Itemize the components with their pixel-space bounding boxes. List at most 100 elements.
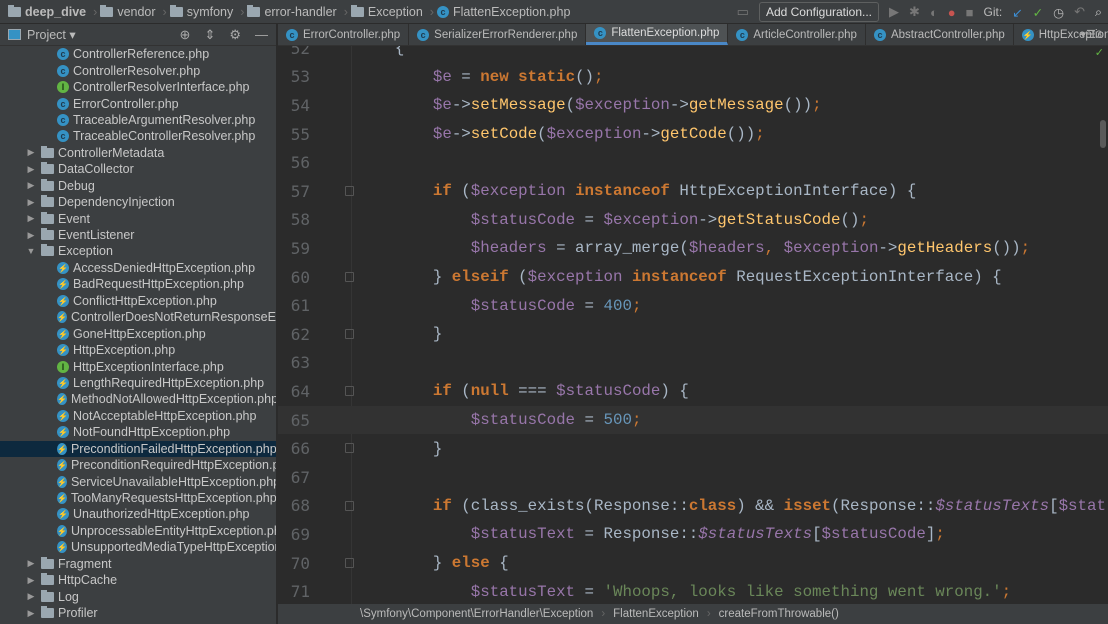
- tree-item[interactable]: GoneHttpException.php: [0, 325, 276, 341]
- git-update-icon[interactable]: ↙: [1012, 5, 1022, 20]
- collapsed-arrow-icon[interactable]: ▶: [25, 180, 37, 191]
- tab-abstractcontroller[interactable]: c AbstractController.php: [866, 24, 1014, 45]
- tab-serializererrorrenderer[interactable]: c SerializerErrorRenderer.php: [409, 24, 587, 45]
- tree-item[interactable]: ▶ EventListener: [0, 227, 276, 243]
- tree-item[interactable]: I HttpExceptionInterface.php: [0, 358, 276, 374]
- locate-icon[interactable]: ⊕: [180, 27, 191, 43]
- tree-item[interactable]: TooManyRequestsHttpException.php: [0, 490, 276, 506]
- tree-item[interactable]: c TraceableControllerResolver.php: [0, 128, 276, 144]
- code-breadcrumb-item[interactable]: \Symfony\Component\ErrorHandler\Exceptio…: [360, 608, 593, 620]
- folder-icon: [41, 178, 54, 191]
- collapsed-arrow-icon[interactable]: ▶: [25, 608, 37, 619]
- tabs-overflow[interactable]: ▾☰3: [1080, 28, 1102, 41]
- add-configuration-button[interactable]: Add Configuration...: [758, 2, 880, 22]
- collapsed-arrow-icon[interactable]: ▶: [25, 213, 37, 224]
- gear-icon[interactable]: ⚙: [229, 27, 241, 43]
- tree-item[interactable]: UnprocessableEntityHttpException.ph: [0, 523, 276, 539]
- code-token: $e: [432, 67, 452, 86]
- tree-item[interactable]: c ErrorController.php: [0, 95, 276, 111]
- tree-item[interactable]: ▶ Fragment: [0, 556, 276, 572]
- tree-item[interactable]: NotFoundHttpException.php: [0, 424, 276, 440]
- tree-item[interactable]: UnauthorizedHttpException.php: [0, 506, 276, 522]
- code-breadcrumb-item[interactable]: createFromThrowable(): [719, 608, 839, 620]
- expanded-arrow-icon[interactable]: ▼: [25, 246, 37, 256]
- breadcrumb-item[interactable]: vendor: [100, 4, 156, 19]
- collapsed-arrow-icon[interactable]: ▶: [25, 230, 37, 241]
- git-history-icon[interactable]: ◷: [1053, 5, 1064, 20]
- collapsed-arrow-icon[interactable]: ▶: [25, 591, 37, 602]
- project-dropdown[interactable]: Project ▾: [27, 27, 76, 42]
- breadcrumb-label: deep_dive: [25, 4, 87, 19]
- stop-icon[interactable]: ■: [966, 5, 974, 20]
- collapse-icon[interactable]: ⇕: [204, 27, 215, 43]
- fold-marker-icon[interactable]: [345, 186, 354, 196]
- breadcrumb-item[interactable]: symfony: [169, 4, 233, 19]
- tree-item[interactable]: ▶ DependencyInjection: [0, 194, 276, 210]
- fold-marker-icon[interactable]: [345, 500, 354, 511]
- tree-item[interactable]: ▼ Exception: [0, 243, 276, 259]
- collapsed-arrow-icon[interactable]: ▶: [25, 575, 37, 586]
- hide-icon[interactable]: —: [255, 27, 268, 43]
- code-token: setMessage: [470, 96, 566, 115]
- tree-item-label: DependencyInjection: [58, 195, 175, 210]
- tab-articlecontroller[interactable]: c ArticleController.php: [728, 24, 866, 45]
- exception-icon: [57, 541, 67, 554]
- tree-item[interactable]: LengthRequiredHttpException.php: [0, 375, 276, 391]
- fold-marker-icon[interactable]: [345, 329, 354, 339]
- tree-item[interactable]: ▶ DataCollector: [0, 161, 276, 177]
- breadcrumb-item[interactable]: deep_dive: [8, 4, 87, 19]
- collapsed-arrow-icon[interactable]: ▶: [25, 147, 37, 158]
- tab-label: ArticleController.php: [753, 28, 857, 41]
- tree-item[interactable]: PreconditionFailedHttpException.php: [0, 440, 276, 457]
- git-revert-icon[interactable]: ↶: [1074, 4, 1085, 20]
- tree-item[interactable]: ▶ Profiler: [0, 605, 276, 621]
- fold-marker-icon[interactable]: [345, 386, 354, 397]
- fold-marker-icon[interactable]: [345, 271, 354, 282]
- tree-item[interactable]: MethodNotAllowedHttpException.php: [0, 391, 276, 407]
- tree-item[interactable]: ControllerDoesNotReturnResponseEx: [0, 309, 276, 325]
- search-icon[interactable]: ⌕: [1095, 5, 1102, 20]
- code-breadcrumb-item[interactable]: FlattenException: [613, 608, 699, 620]
- tree-item-label: DataCollector: [58, 162, 134, 177]
- code-token: $statusText: [470, 582, 576, 601]
- breadcrumb-item[interactable]: Exception: [350, 4, 423, 19]
- git-commit-icon[interactable]: ✓: [1033, 5, 1043, 20]
- fold-marker-icon[interactable]: [345, 443, 354, 454]
- tree-item[interactable]: UnsupportedMediaTypeHttpExceptior: [0, 539, 276, 555]
- terminal-icon[interactable]: ▭: [737, 4, 749, 20]
- code-text: $e = new static();: [357, 68, 604, 86]
- tree-item[interactable]: I ControllerResolverInterface.php: [0, 79, 276, 95]
- collapsed-arrow-icon[interactable]: ▶: [25, 558, 37, 569]
- tree-item[interactable]: AccessDeniedHttpException.php: [0, 260, 276, 276]
- tree-item[interactable]: c ControllerResolver.php: [0, 62, 276, 78]
- coverage-icon[interactable]: ◐: [930, 5, 938, 20]
- debug-icon[interactable]: ✱: [909, 4, 920, 20]
- code-editor[interactable]: 52 {53 $e = new static(); 54 $e->setMessa…: [278, 46, 1108, 604]
- attach-icon[interactable]: ●: [948, 5, 956, 20]
- tree-item[interactable]: ServiceUnavailableHttpException.php: [0, 473, 276, 489]
- run-icon[interactable]: ▶: [889, 4, 899, 20]
- tree-item[interactable]: PreconditionRequiredHttpException.p: [0, 457, 276, 473]
- tree-item[interactable]: ▶ ControllerMetadata: [0, 145, 276, 161]
- tree-item[interactable]: ▶ Event: [0, 210, 276, 226]
- breadcrumb-file[interactable]: c FlattenException.php: [436, 5, 570, 19]
- scrollbar[interactable]: [1100, 120, 1106, 148]
- tree-item[interactable]: ▶ Debug: [0, 178, 276, 194]
- tree-item[interactable]: ▶ HttpCache: [0, 572, 276, 588]
- tree-item[interactable]: BadRequestHttpException.php: [0, 276, 276, 292]
- tree-item[interactable]: ConflictHttpException.php: [0, 293, 276, 309]
- collapsed-arrow-icon[interactable]: ▶: [25, 197, 37, 208]
- tree-item[interactable]: NotAcceptableHttpException.php: [0, 408, 276, 424]
- tab-flattenexception[interactable]: c FlattenException.php: [586, 24, 729, 45]
- tree-item[interactable]: HttpException.php: [0, 342, 276, 358]
- breadcrumb-item[interactable]: error-handler: [247, 4, 337, 19]
- tree-item[interactable]: c ControllerReference.php: [0, 46, 276, 62]
- tree-item[interactable]: ▶ Log: [0, 588, 276, 604]
- class-icon: [1021, 28, 1034, 41]
- fold-marker-icon[interactable]: [345, 557, 354, 568]
- tab-errorcontroller[interactable]: c ErrorController.php: [278, 24, 410, 45]
- code-token: $headers: [470, 239, 547, 258]
- tree-item[interactable]: c TraceableArgumentResolver.php: [0, 112, 276, 128]
- exception-icon: [57, 311, 67, 324]
- collapsed-arrow-icon[interactable]: ▶: [25, 164, 37, 175]
